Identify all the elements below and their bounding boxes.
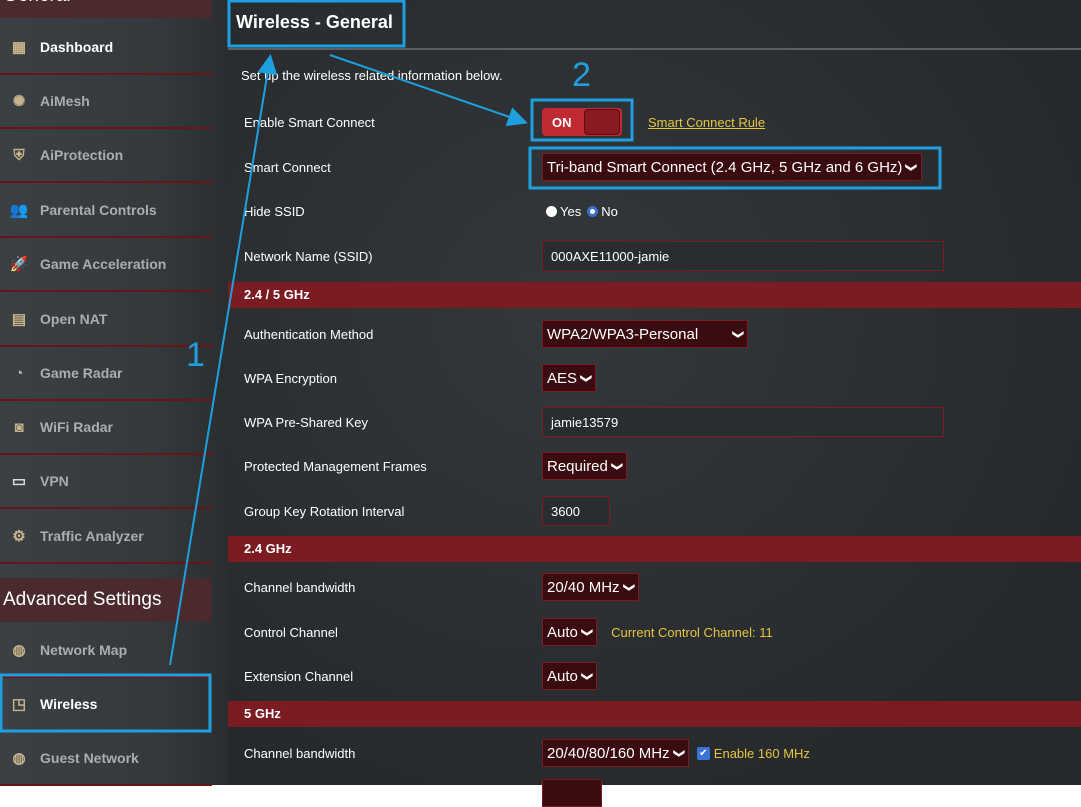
bandwidth-5-select[interactable]: 20/40/80/160 MHz ❯ (542, 739, 689, 767)
row-wpa-encryption: WPA Encryption AES ❯ (228, 356, 1081, 400)
sidebar-item-game-acceleration[interactable]: 🚀 Game Acceleration (0, 238, 212, 292)
globe-icon: ◍ (12, 750, 26, 767)
row-psk: WPA Pre-Shared Key jamie13579 (228, 400, 1081, 444)
toggle-knob (584, 109, 620, 135)
sidebar-item-wireless[interactable]: ◳ Wireless (0, 678, 212, 732)
sidebar-item-wifi-radar[interactable]: ◙ WiFi Radar (0, 401, 212, 455)
row-smart-connect: Smart Connect Tri-band Smart Connect (2.… (228, 145, 1081, 189)
row-control-channel-24: Control Channel Auto ❯ Current Control Cha… (228, 610, 1081, 654)
hide-ssid-no-radio[interactable]: No (587, 204, 618, 219)
sidebar-item-network-map[interactable]: ◍ Network Map (0, 624, 212, 678)
smart-connect-toggle[interactable]: ON (542, 108, 622, 136)
chevron-down-icon: ❯ (672, 748, 685, 758)
row-bandwidth-24: Channel bandwidth 20/40 MHz ❯ (228, 565, 1081, 609)
chevron-down-icon: ❯ (905, 162, 918, 172)
ssid-input[interactable]: 000AXE11000-jamie (542, 241, 944, 271)
row-pmf: Protected Management Frames Required ❯ (228, 444, 1081, 488)
smart-connect-rule-link[interactable]: Smart Connect Rule (648, 115, 765, 130)
section-2-4-5-ghz: 2.4 / 5 GHz (228, 282, 1081, 308)
open-nat-icon: ▤ (11, 311, 27, 328)
auth-method-select[interactable]: WPA2/WPA3-Personal ❯ (542, 320, 748, 348)
divider (228, 48, 1081, 50)
partial-select[interactable] (542, 779, 602, 807)
row-extension-channel-24: Extension Channel Auto ❯ (228, 654, 1081, 698)
sidebar-item-dashboard[interactable]: ▦ Dashboard (0, 21, 212, 75)
chevron-down-icon: ❯ (622, 582, 635, 592)
sidebar-item-vpn[interactable]: ▭ VPN (0, 455, 212, 509)
row-hide-ssid: Hide SSID Yes No (244, 203, 618, 219)
current-channel-note: Current Control Channel: 11 (611, 624, 773, 640)
checkbox-checked-icon: ✔ (696, 746, 710, 760)
enable-160-checkbox[interactable]: ✔ Enable 160 MHz (696, 746, 810, 761)
control-channel-select[interactable]: Auto ❯ (542, 618, 598, 646)
sidebar-item-aiprotection[interactable]: ⛨ AiProtection (0, 129, 212, 183)
extension-channel-select[interactable]: Auto ❯ (542, 662, 598, 690)
bandwidth-24-select[interactable]: 20/40 MHz ❯ (542, 573, 639, 601)
aimesh-icon: ✺ (12, 93, 26, 110)
section-5-ghz: 5 GHz (228, 701, 1081, 727)
smart-connect-select[interactable]: Tri-band Smart Connect (2.4 GHz, 5 GHz a… (542, 153, 922, 181)
main-panel: Wireless - General Set up the wireless r… (228, 0, 1081, 807)
parental-icon: 👥 (9, 202, 29, 219)
section-2-4-ghz: 2.4 GHz (228, 536, 1081, 562)
globe-icon: ◍ (12, 642, 26, 659)
sidebar-item-traffic-analyzer[interactable]: ⚙ Traffic Analyzer (0, 510, 212, 564)
gkri-input[interactable]: 3600 (542, 496, 610, 526)
sidebar-item-open-nat[interactable]: ▤ Open NAT (0, 293, 212, 347)
vpn-icon: ▭ (11, 473, 27, 490)
row-enable-smart-connect: Enable Smart Connect ON Smart Connect Ru… (228, 100, 1081, 144)
psk-input[interactable]: jamie13579 (542, 407, 944, 437)
row-ssid: Network Name (SSID) 000AXE11000-jamie (228, 234, 1081, 278)
chevron-down-icon: ❯ (580, 671, 593, 681)
wpa-encryption-select[interactable]: AES ❯ (542, 364, 597, 392)
wireless-icon: ◳ (11, 696, 27, 713)
chevron-down-icon: ❯ (580, 627, 593, 637)
rocket-icon: 🚀 (9, 256, 29, 273)
chevron-down-icon: ❯ (610, 461, 623, 471)
sidebar-item-guest-network[interactable]: ◍ Guest Network (0, 732, 212, 786)
dashboard-icon: ▦ (11, 39, 27, 56)
row-auth-method: Authentication Method WPA2/WPA3-Personal… (228, 312, 1081, 356)
sidebar-heading-general: General (0, 0, 212, 18)
wifi-radar-icon: ◙ (14, 418, 24, 436)
game-radar-icon: ◔ (14, 364, 24, 382)
row-gkri: Group Key Rotation Interval 3600 (228, 489, 1081, 533)
sidebar-item-aimesh[interactable]: ✺ AiMesh (0, 75, 212, 129)
step-2-label: 2 (572, 56, 591, 94)
page-description: Set up the wireless related information … (241, 68, 503, 83)
sidebar-item-game-radar[interactable]: ◔ Game Radar (0, 347, 212, 401)
hide-ssid-yes-radio[interactable]: Yes (546, 204, 581, 219)
step-1-label: 1 (186, 336, 205, 374)
chevron-down-icon: ❯ (580, 373, 593, 383)
chevron-down-icon: ❯ (731, 329, 744, 339)
row-bandwidth-5: Channel bandwidth 20/40/80/160 MHz ❯ ✔ Enab… (228, 731, 1081, 775)
page-title: Wireless - General (236, 12, 393, 32)
traffic-icon: ⚙ (12, 528, 26, 545)
shield-lock-icon: ⛨ (13, 146, 25, 164)
sidebar-heading-advanced: Advanced Settings (0, 578, 212, 622)
sidebar-item-parental-controls[interactable]: 👥 Parental Controls (0, 184, 212, 238)
pmf-select[interactable]: Required ❯ (542, 452, 628, 480)
sidebar: General ▦Dashboard ✺AiMesh ⛨AiProtection… (0, 0, 228, 786)
